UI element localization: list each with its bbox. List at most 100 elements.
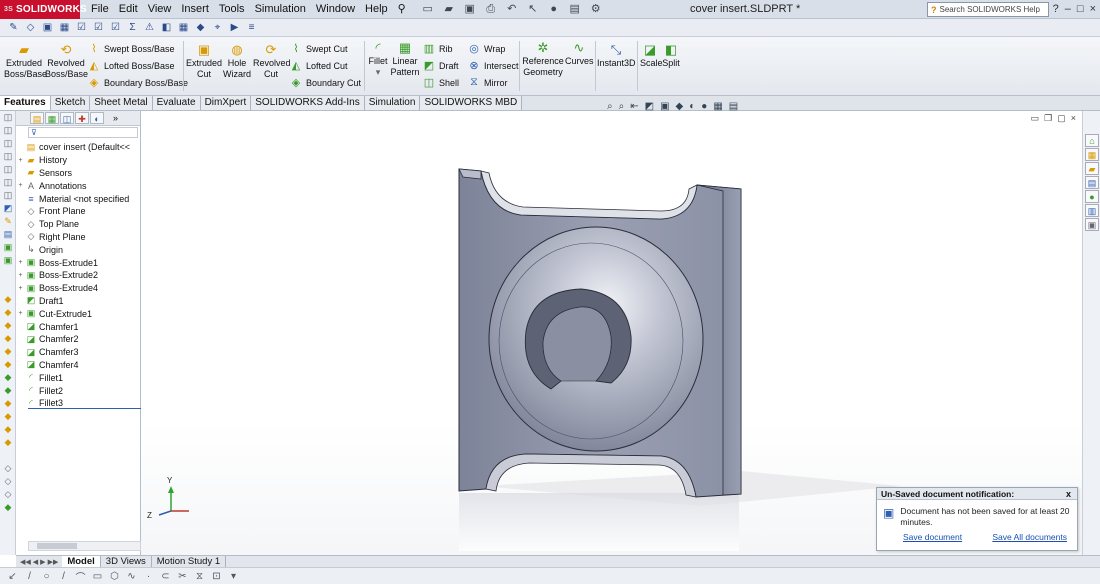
tree-filter-input[interactable]: ⊽ bbox=[28, 127, 138, 138]
tree-item-top-plane[interactable]: ◇ Top Plane bbox=[16, 218, 141, 231]
menu-edit[interactable]: Edit bbox=[114, 0, 143, 19]
lofted-boss-button[interactable]: ◭ Lofted Boss/Base bbox=[88, 59, 175, 72]
shortcut-icon[interactable]: ◆ bbox=[0, 371, 16, 384]
tab-evaluate[interactable]: Evaluate bbox=[152, 96, 201, 110]
tree-item-boss-extrude4[interactable]: + ▣ Boss-Extrude4 bbox=[16, 282, 141, 295]
save-document-link[interactable]: Save document bbox=[903, 532, 962, 542]
arc-icon[interactable]: ⌒ bbox=[74, 569, 87, 584]
instant3d-button[interactable]: ⤡ Instant3D bbox=[597, 43, 636, 69]
scrollbar-thumb[interactable] bbox=[37, 543, 77, 549]
check2-icon[interactable]: ☑ bbox=[108, 21, 123, 35]
open-icon[interactable]: ▰ bbox=[440, 2, 458, 17]
warning-icon[interactable]: ⚠ bbox=[142, 21, 157, 35]
shortcut-icon[interactable]: ◆ bbox=[0, 319, 16, 332]
view-orientation-icon[interactable]: ▣ bbox=[660, 101, 669, 112]
expand-icon[interactable]: + bbox=[16, 157, 25, 164]
options-icon[interactable]: ⚙ bbox=[587, 2, 605, 17]
shortcut-icon[interactable]: ◫ bbox=[0, 176, 16, 189]
measure-icon[interactable]: ⌖ bbox=[210, 21, 225, 35]
shortcut-icon[interactable]: ◆ bbox=[0, 423, 16, 436]
previous-view-icon[interactable]: ⇤ bbox=[630, 101, 638, 112]
shortcut-icon[interactable]: ◫ bbox=[0, 163, 16, 176]
shortcut-icon[interactable]: ◆ bbox=[0, 436, 16, 449]
menu-tools[interactable]: Tools bbox=[214, 0, 250, 19]
shortcut-icon[interactable]: ◆ bbox=[0, 501, 16, 514]
tab-dimxpert[interactable]: DimXpert bbox=[200, 96, 252, 110]
shortcut-icon[interactable]: ▣ bbox=[0, 254, 16, 267]
tab-simulation[interactable]: Simulation bbox=[364, 96, 421, 110]
slot-icon[interactable]: ⊂ bbox=[159, 571, 172, 582]
file-properties-icon[interactable]: ▤ bbox=[566, 2, 584, 17]
sketch-icon[interactable]: ✎ bbox=[6, 21, 21, 35]
file-explorer-icon[interactable]: ▰ bbox=[1085, 162, 1099, 175]
tree-item-cover-insert-default[interactable]: ▤ cover insert (Default<< bbox=[16, 141, 141, 154]
print-icon[interactable]: ⎙ bbox=[482, 2, 500, 17]
shortcut-icon[interactable]: ◇ bbox=[0, 462, 16, 475]
shortcut-icon[interactable]: ◆ bbox=[0, 306, 16, 319]
menu-view[interactable]: View bbox=[143, 0, 177, 19]
shortcut-icon[interactable]: ◆ bbox=[0, 358, 16, 371]
sum-icon[interactable]: Σ bbox=[125, 21, 140, 35]
expand-icon[interactable]: + bbox=[16, 182, 25, 189]
tab-addins[interactable]: SOLIDWORKS Add-Ins bbox=[251, 96, 365, 110]
pin-icon[interactable]: ⚲ bbox=[393, 0, 411, 19]
tab-sheet-metal[interactable]: Sheet Metal bbox=[90, 96, 153, 110]
shortcut-icon[interactable]: ◇ bbox=[0, 488, 16, 501]
intersect-button[interactable]: ⊗ Intersect bbox=[468, 59, 518, 72]
tree-item-chamfer2[interactable]: ◪ Chamfer2 bbox=[16, 333, 141, 346]
expand-panel-icon[interactable]: » bbox=[113, 113, 118, 123]
fillet-dropdown-icon[interactable]: ▾ bbox=[376, 67, 381, 77]
fillet-button[interactable]: ◜ Fillet ▾ bbox=[367, 41, 389, 78]
expand-icon[interactable]: + bbox=[16, 272, 25, 279]
dimxpert-tab-icon[interactable]: ✚ bbox=[75, 112, 89, 124]
save-icon[interactable]: ▣ bbox=[461, 2, 479, 17]
line-icon[interactable]: / bbox=[57, 571, 70, 582]
tree-item-cut-extrude1[interactable]: + ▣ Cut-Extrude1 bbox=[16, 307, 141, 320]
shortcut-icon[interactable] bbox=[0, 280, 16, 293]
shortcut-icon[interactable]: ◆ bbox=[0, 397, 16, 410]
maximize-icon[interactable]: □ bbox=[1077, 0, 1084, 19]
menu-simulation[interactable]: Simulation bbox=[250, 0, 311, 19]
boundary-cut-button[interactable]: ◈ Boundary Cut bbox=[290, 76, 361, 89]
tree-item-chamfer4[interactable]: ◪ Chamfer4 bbox=[16, 359, 141, 372]
expand-icon[interactable]: + bbox=[16, 259, 25, 266]
forum-icon[interactable]: ▣ bbox=[1085, 218, 1099, 231]
zoom-fit-icon[interactable]: ⌕ bbox=[607, 101, 613, 112]
save-all-documents-link[interactable]: Save All documents bbox=[992, 532, 1067, 542]
menu-file[interactable]: File bbox=[86, 0, 114, 19]
tree-item-sensors[interactable]: ▰ Sensors bbox=[16, 167, 141, 180]
select-icon[interactable]: ↖ bbox=[524, 2, 542, 17]
macro-icon[interactable]: ▶ bbox=[227, 21, 242, 35]
lofted-cut-button[interactable]: ◭ Lofted Cut bbox=[290, 59, 348, 72]
revolved-boss-button[interactable]: ⟲ Revolved Boss/Base bbox=[45, 43, 88, 80]
menu-help[interactable]: Help bbox=[360, 0, 393, 19]
shortcut-icon[interactable]: ◫ bbox=[0, 150, 16, 163]
display-manager-tab-icon[interactable]: ◐ bbox=[90, 112, 104, 124]
tree-item-right-plane[interactable]: ◇ Right Plane bbox=[16, 231, 141, 244]
tree-item-history[interactable]: + ▰ History bbox=[16, 154, 141, 167]
notification-close-button[interactable]: x bbox=[1066, 488, 1071, 500]
smart-dimension-icon[interactable]: ◇ bbox=[23, 21, 38, 35]
split-button[interactable]: ◧ Split bbox=[661, 43, 681, 69]
part-icon[interactable]: ◆ bbox=[193, 21, 208, 35]
close-icon[interactable]: × bbox=[1090, 0, 1096, 19]
tree-item-fillet1[interactable]: ◜ Fillet1 bbox=[16, 371, 141, 384]
wrap-button[interactable]: ◎ Wrap bbox=[468, 42, 505, 55]
scale-button[interactable]: ◪ Scale bbox=[640, 43, 663, 69]
configuration-tab-icon[interactable]: ◫ bbox=[60, 112, 74, 124]
mirror-button[interactable]: ⧖ Mirror bbox=[468, 76, 507, 89]
expand-icon[interactable]: + bbox=[16, 285, 25, 292]
more-icon[interactable]: ▾ bbox=[227, 571, 240, 582]
appearance-icon[interactable]: ● bbox=[701, 101, 707, 112]
tree-horizontal-scrollbar[interactable] bbox=[28, 541, 141, 551]
shortcut-icon[interactable] bbox=[0, 267, 16, 280]
shortcut-icon[interactable]: ◆ bbox=[0, 384, 16, 397]
checkbox-icon[interactable]: ☑ bbox=[91, 21, 106, 35]
tree-item-fillet2[interactable]: ◜ Fillet2 bbox=[16, 384, 141, 397]
circle-icon[interactable]: ○ bbox=[40, 571, 53, 582]
search-input[interactable]: ? Search SOLIDWORKS Help bbox=[927, 2, 1049, 17]
extruded-cut-button[interactable]: ▣ Extruded Cut bbox=[186, 43, 222, 80]
hole-wizard-button[interactable]: ◍ Hole Wizard bbox=[222, 43, 252, 80]
view-settings-icon[interactable]: ▤ bbox=[729, 101, 738, 112]
tree-item-annotations[interactable]: + A Annotations bbox=[16, 179, 141, 192]
